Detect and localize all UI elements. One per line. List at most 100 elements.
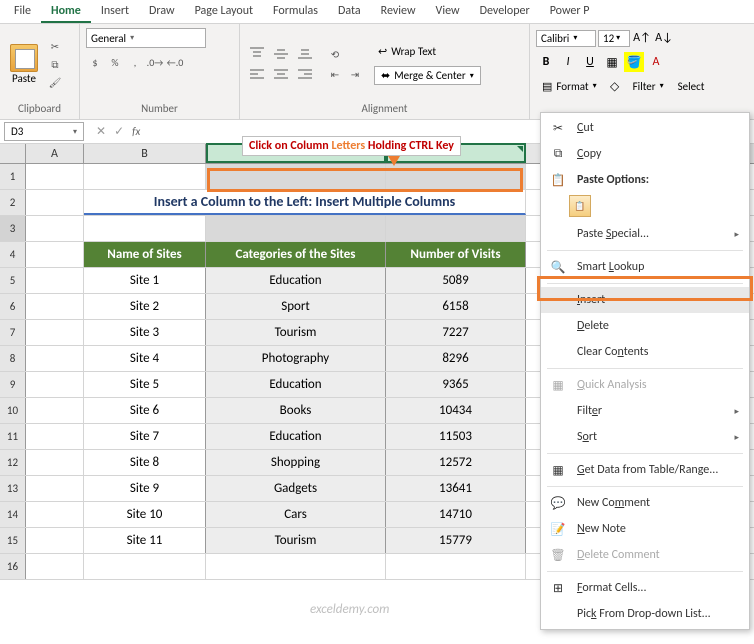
tab-formulas[interactable]: Formulas (263, 0, 328, 23)
data-visits-cell[interactable]: 7227 (386, 320, 526, 345)
data-visits-cell[interactable]: 13641 (386, 476, 526, 501)
cell[interactable] (26, 164, 84, 189)
clear-button[interactable]: ◇ (605, 76, 625, 96)
tab-draw[interactable]: Draw (139, 0, 185, 23)
name-box[interactable]: D3▾ (4, 122, 84, 141)
row-header[interactable]: 3 (0, 216, 26, 241)
cell[interactable] (206, 164, 386, 189)
data-visits-cell[interactable]: 9365 (386, 372, 526, 397)
cell[interactable] (84, 216, 206, 241)
header-categories[interactable]: Categories of the Sites (206, 242, 386, 267)
cell[interactable] (26, 476, 84, 501)
italic-button[interactable]: I (558, 52, 578, 72)
data-visits-cell[interactable]: 6158 (386, 294, 526, 319)
tab-powerp[interactable]: Power P (540, 0, 600, 23)
cell[interactable] (26, 242, 84, 267)
data-name-cell[interactable]: Site 7 (84, 424, 206, 449)
font-name-combo[interactable]: Calibri▾ (536, 30, 596, 47)
data-visits-cell[interactable]: 10434 (386, 398, 526, 423)
data-name-cell[interactable]: Site 1 (84, 268, 206, 293)
cell[interactable] (26, 502, 84, 527)
row-header[interactable]: 14 (0, 502, 26, 527)
font-size-combo[interactable]: 12▾ (598, 30, 630, 47)
tab-review[interactable]: Review (371, 0, 426, 23)
ctx-paste-special[interactable]: Paste Special...▸ (541, 221, 749, 247)
ctx-get-data[interactable]: ▦Get Data from Table/Range... (541, 457, 749, 483)
data-visits-cell[interactable]: 14710 (386, 502, 526, 527)
data-name-cell[interactable]: Site 2 (84, 294, 206, 319)
row-header[interactable]: 6 (0, 294, 26, 319)
fill-color-button[interactable]: 🪣 (624, 52, 644, 72)
data-visits-cell[interactable]: 8296 (386, 346, 526, 371)
data-category-cell[interactable]: Tourism (206, 528, 386, 553)
align-left-icon[interactable] (246, 65, 268, 85)
cell[interactable] (26, 372, 84, 397)
col-header-a[interactable]: A (26, 144, 84, 163)
data-category-cell[interactable]: Books (206, 398, 386, 423)
data-visits-cell[interactable]: 11503 (386, 424, 526, 449)
row-header[interactable]: 12 (0, 450, 26, 475)
comma-icon[interactable]: , (126, 54, 144, 70)
ctx-format-cells[interactable]: ⊞Format Cells... (541, 575, 749, 601)
decrease-decimal-icon[interactable]: ←.0 (166, 54, 184, 70)
increase-font-icon[interactable]: A↑ (632, 28, 652, 48)
ctx-copy[interactable]: ⧉Copy (541, 141, 749, 167)
data-category-cell[interactable]: Education (206, 424, 386, 449)
ctx-filter[interactable]: Filter▸ (541, 398, 749, 424)
fx-icon[interactable]: fx (132, 125, 140, 138)
ctx-smart-lookup[interactable]: 🔍Smart Lookup (541, 254, 749, 280)
data-visits-cell[interactable]: 15779 (386, 528, 526, 553)
copy-icon[interactable]: ⧉ (46, 56, 64, 72)
align-center-icon[interactable] (270, 65, 292, 85)
data-category-cell[interactable]: Tourism (206, 320, 386, 345)
align-middle-icon[interactable] (270, 43, 292, 63)
data-category-cell[interactable]: Education (206, 372, 386, 397)
paste-option-all[interactable]: 📋 (569, 195, 591, 217)
ctx-clear[interactable]: Clear Contents (541, 339, 749, 365)
tab-data[interactable]: Data (328, 0, 371, 23)
cell[interactable] (206, 216, 386, 241)
cell[interactable] (26, 398, 84, 423)
enter-icon[interactable]: ✓ (114, 124, 124, 139)
title-cell[interactable]: Insert a Column to the Left: Insert Mult… (84, 190, 526, 215)
row-header[interactable]: 7 (0, 320, 26, 345)
tab-home[interactable]: Home (41, 0, 91, 23)
tab-developer[interactable]: Developer (470, 0, 540, 23)
data-name-cell[interactable]: Site 3 (84, 320, 206, 345)
ctx-new-note[interactable]: 📝New Note (541, 516, 749, 542)
bold-button[interactable]: B (536, 52, 556, 72)
format-painter-icon[interactable]: 🖌 (46, 74, 64, 90)
tab-page-layout[interactable]: Page Layout (185, 0, 263, 23)
data-category-cell[interactable]: Sport (206, 294, 386, 319)
header-name[interactable]: Name of Sites (84, 242, 206, 267)
data-category-cell[interactable]: Gadgets (206, 476, 386, 501)
data-visits-cell[interactable]: 12572 (386, 450, 526, 475)
font-color-button[interactable]: A (646, 52, 666, 72)
row-header[interactable]: 2 (0, 190, 26, 215)
cell[interactable] (26, 216, 84, 241)
data-visits-cell[interactable]: 5089 (386, 268, 526, 293)
cell[interactable] (386, 164, 526, 189)
align-top-icon[interactable] (246, 43, 268, 63)
cell[interactable] (26, 554, 84, 579)
data-name-cell[interactable]: Site 10 (84, 502, 206, 527)
data-name-cell[interactable]: Site 4 (84, 346, 206, 371)
cell[interactable] (26, 424, 84, 449)
format-button[interactable]: ▤ Format▾ (536, 78, 603, 95)
cell[interactable] (26, 268, 84, 293)
tab-file[interactable]: File (4, 0, 41, 23)
select-all-corner[interactable] (0, 144, 26, 163)
row-header[interactable]: 13 (0, 476, 26, 501)
ctx-cut[interactable]: ✂Cut (541, 115, 749, 141)
row-header[interactable]: 8 (0, 346, 26, 371)
data-name-cell[interactable]: Site 5 (84, 372, 206, 397)
cell[interactable] (26, 294, 84, 319)
decrease-indent-icon[interactable]: ⇤ (326, 66, 344, 82)
ctx-pick-dropdown[interactable]: Pick From Drop-down List... (541, 601, 749, 627)
header-visits[interactable]: Number of Visits (386, 242, 526, 267)
cell[interactable] (386, 554, 526, 579)
cell[interactable] (84, 164, 206, 189)
tab-insert[interactable]: Insert (91, 0, 139, 23)
data-name-cell[interactable]: Site 6 (84, 398, 206, 423)
data-name-cell[interactable]: Site 8 (84, 450, 206, 475)
